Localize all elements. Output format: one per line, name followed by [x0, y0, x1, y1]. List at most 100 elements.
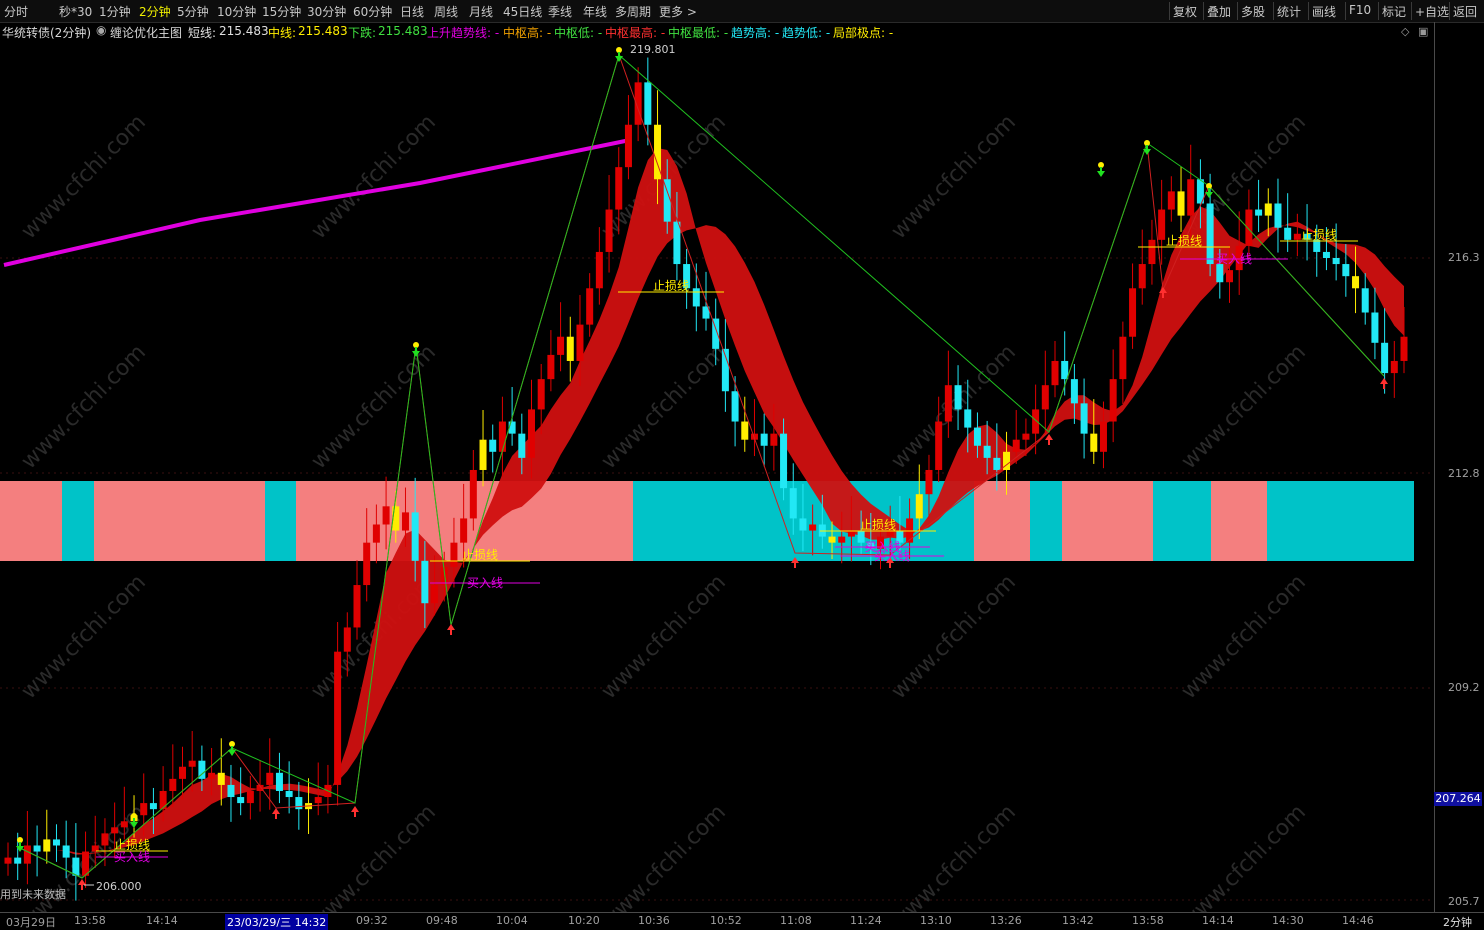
tool-button[interactable]: 返回	[1453, 3, 1477, 20]
indicator-name[interactable]: 缠论优化主图	[110, 24, 182, 41]
period-tab[interactable]: 2分钟	[139, 3, 171, 20]
period-tab[interactable]: 季线	[548, 3, 572, 20]
stop-loss-label: 止损线	[860, 518, 896, 532]
candle-body	[1129, 288, 1137, 337]
tool-button[interactable]: 复权	[1173, 3, 1197, 20]
y-tick-label: 216.3	[1448, 251, 1480, 264]
tool-button[interactable]: 标记	[1382, 3, 1406, 20]
candle-body	[731, 391, 739, 422]
tool-button[interactable]: 叠加	[1207, 3, 1231, 20]
toolbar-separator	[1169, 2, 1170, 20]
period-tab[interactable]: 60分钟	[353, 3, 392, 20]
pivot-high-label: 中枢高: -	[503, 26, 552, 40]
tool-button[interactable]: 统计	[1277, 3, 1301, 20]
stop-loss-label: 止损线	[1301, 228, 1337, 242]
watermark: www.cfchi.com	[887, 800, 1021, 912]
period-tab[interactable]: 30分钟	[307, 3, 346, 20]
candle-body	[266, 772, 274, 785]
tool-button[interactable]: 画线	[1312, 3, 1336, 20]
candle-body	[479, 439, 487, 470]
toolbar-separator	[1411, 2, 1412, 20]
candle-body	[353, 585, 361, 628]
period-tab[interactable]: 周线	[434, 3, 458, 20]
window-restore-icon[interactable]: ▣	[1418, 25, 1428, 38]
candle-body	[1371, 312, 1379, 343]
period-tab[interactable]: 45日线	[503, 3, 542, 20]
watermark: www.cfchi.com	[17, 340, 151, 474]
zone-band	[1062, 481, 1153, 561]
candle-body	[62, 845, 70, 858]
candle-body	[498, 421, 506, 452]
tool-button[interactable]: +自选	[1415, 3, 1449, 20]
tool-button[interactable]: F10	[1349, 3, 1371, 17]
period-tab[interactable]: 5分钟	[177, 3, 209, 20]
buy-label: 买入线	[467, 576, 503, 590]
period-tab[interactable]: 月线	[469, 3, 493, 20]
watermark: www.cfchi.com	[17, 110, 151, 244]
period-tab[interactable]: 日线	[400, 3, 424, 20]
candle-body	[605, 209, 613, 252]
candle-body	[469, 469, 477, 519]
candle-body	[1255, 209, 1263, 216]
period-tab[interactable]: 1分钟	[99, 3, 131, 20]
candle-body	[1342, 264, 1350, 277]
period-tab[interactable]: 10分钟	[217, 3, 256, 20]
period-tab[interactable]: 年线	[583, 3, 607, 20]
candle-body	[140, 803, 148, 816]
period-tab[interactable]: 分时	[4, 3, 28, 20]
buy-arrow-icon	[272, 808, 280, 819]
candle-body	[944, 385, 952, 422]
watermark: www.cfchi.com	[1177, 340, 1311, 474]
candle-body	[1022, 433, 1030, 440]
candle-body	[1099, 421, 1107, 452]
kline-chart[interactable]: www.cfchi.com www.cfchi.com www.cfchi.com w…	[0, 40, 1434, 912]
time-tick-label: 14:30	[1272, 914, 1304, 927]
candle-body	[1051, 360, 1059, 386]
watermark: www.cfchi.com	[307, 340, 441, 474]
diamond-icon[interactable]: ◇	[1401, 25, 1409, 38]
down-value: 215.483	[378, 24, 428, 38]
period-tab[interactable]: 更多 >	[659, 3, 697, 20]
time-tick-label: 10:04	[496, 914, 528, 927]
pivot-low-label: 中枢低: -	[554, 26, 603, 40]
buy-arrow-icon	[1045, 434, 1053, 445]
period-tab[interactable]: 多周期	[615, 3, 651, 20]
time-tick-label: 13:58	[1132, 914, 1164, 927]
period-tag[interactable]: 2分钟	[1443, 914, 1472, 930]
time-tick-label: 09:48	[426, 914, 458, 927]
candle-body	[809, 524, 817, 531]
candle-body	[1226, 270, 1233, 283]
candle-body	[149, 803, 157, 810]
time-tick-label: 14:14	[1202, 914, 1234, 927]
short-value: 215.483	[219, 24, 269, 38]
candle-body	[1361, 288, 1369, 313]
buy-label: 买入线	[114, 850, 150, 864]
candle-body	[1293, 233, 1301, 240]
time-tick-label: 14:46	[1342, 914, 1374, 927]
period-toolbar: 分时 秒*30 1分钟 2分钟 5分钟 10分钟 15分钟 30分钟 60分钟 日线 周线 月线 45日…	[0, 0, 1484, 23]
candle-body	[489, 439, 497, 452]
time-tick-label: 10:20	[568, 914, 600, 927]
tool-button[interactable]: 多股	[1241, 3, 1265, 20]
candle-body	[14, 857, 22, 864]
candle-body	[799, 518, 807, 531]
candle-body	[363, 542, 371, 586]
candle-body	[789, 488, 797, 519]
sell-arrow-icon	[228, 746, 236, 756]
security-title[interactable]: 华统转债(2分钟)	[2, 24, 91, 41]
time-tick-label: 09:32	[356, 914, 388, 927]
indicator-toggle-icon[interactable]: ◉	[96, 23, 106, 37]
candle-body	[1138, 264, 1146, 289]
candle-body	[615, 167, 623, 210]
period-tab[interactable]: 秒*30	[59, 3, 92, 20]
candle-body	[741, 421, 749, 440]
candle-body	[431, 585, 439, 604]
candle-body	[566, 336, 574, 361]
y-tick-label: 209.2	[1448, 681, 1480, 694]
period-tab[interactable]: 15分钟	[262, 3, 301, 20]
zigzag-green	[19, 54, 1385, 879]
candle-body	[1061, 360, 1069, 380]
candle-body	[1148, 239, 1156, 265]
stop-loss-label: 止损线	[1166, 234, 1202, 248]
time-tick-label: 13:42	[1062, 914, 1094, 927]
